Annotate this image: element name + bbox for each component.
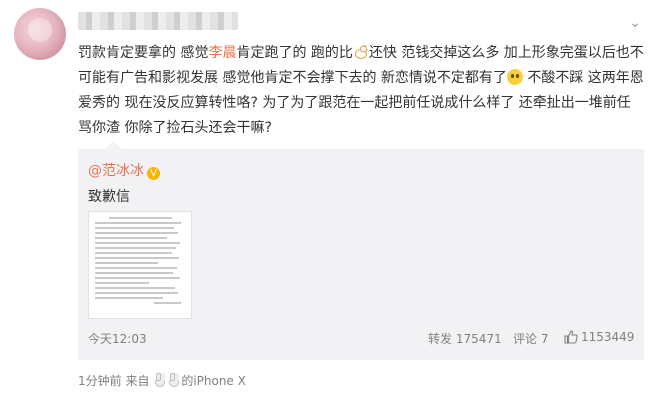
post-text-part: 肯定跑了的 跑的比 (236, 45, 353, 61)
original-post-time[interactable]: 今天12:03 (88, 330, 147, 347)
apology-letter-image[interactable] (88, 211, 192, 319)
comment-label[interactable]: 评论 (513, 332, 537, 346)
original-post-text: 致歉信 (88, 189, 130, 205)
user-avatar[interactable] (14, 8, 66, 60)
smile-emoji-icon (506, 69, 523, 85)
comment-count-value[interactable]: 7 (541, 332, 549, 346)
repost-count[interactable]: 转发 175471 (428, 330, 502, 347)
repost-notch (105, 141, 121, 149)
original-author-link[interactable]: @范冰冰 V (88, 160, 160, 180)
repost-label[interactable]: 转发 (428, 332, 452, 346)
bunny-icon (167, 373, 181, 387)
post-footer: 1分钟前 来自 的iPhone X (78, 372, 246, 389)
source-device[interactable]: 的iPhone X (181, 374, 246, 388)
chicken-emoji-icon (354, 45, 369, 59)
original-author-name[interactable]: @范冰冰 (88, 163, 144, 179)
chevron-down-icon[interactable]: ⌄ (626, 14, 644, 32)
thumbs-up-icon[interactable] (564, 330, 578, 344)
source-prefix: 来自 (125, 374, 150, 388)
post-text: 罚款肯定要拿的 感觉李晨肯定跑了的 跑的比 还快 范钱交掉这么多 加上形象完蛋以后… (78, 41, 644, 141)
username-blurred[interactable] (78, 12, 238, 30)
comment-count[interactable]: 评论 7 (513, 330, 548, 347)
like-button[interactable]: 1153449 (564, 330, 634, 344)
repost-count-value[interactable]: 175471 (456, 332, 502, 346)
mention-link[interactable]: 李晨 (208, 45, 236, 61)
post-text-part: 罚款肯定要拿的 感觉 (78, 45, 209, 61)
like-count-value[interactable]: 1153449 (581, 330, 634, 344)
verified-badge-icon: V (147, 167, 160, 180)
post-time[interactable]: 1分钟前 (78, 374, 122, 388)
bunny-icon (153, 373, 167, 387)
